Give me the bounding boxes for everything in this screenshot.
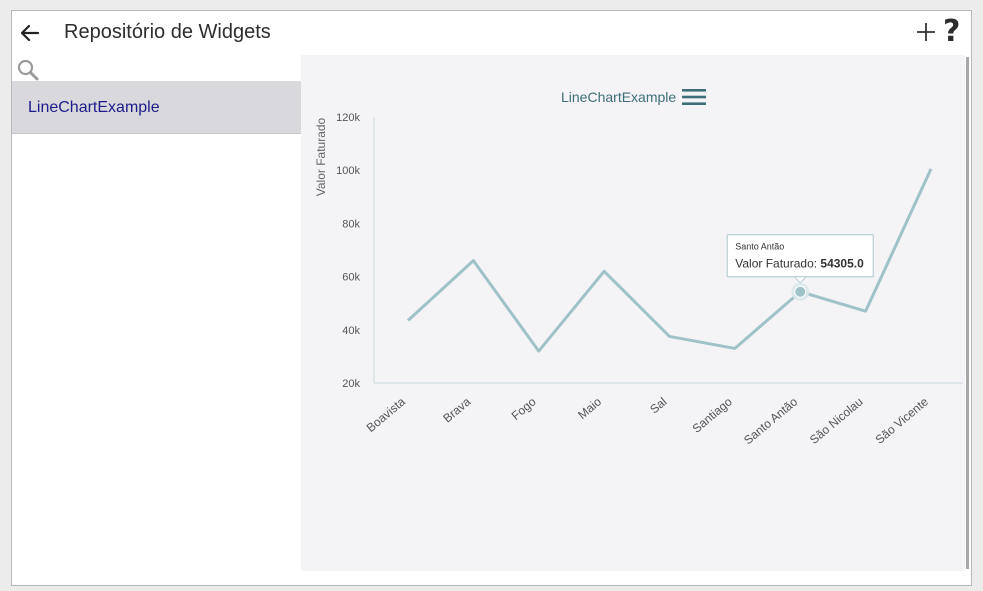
sidebar: LineChartExample [12, 81, 301, 585]
header: Repositório de Widgets ? [12, 11, 971, 55]
x-tick-label: São Vicente [873, 394, 932, 446]
help-button[interactable]: ? [943, 14, 969, 49]
tooltip-pointer [793, 276, 808, 284]
search-icon [17, 59, 39, 81]
page-title: Repositório de Widgets [64, 21, 271, 43]
y-tick-label: 80k [342, 218, 360, 230]
question-icon: ? [943, 14, 961, 49]
scrollbar[interactable] [966, 57, 969, 569]
x-tick-label: São Nicolau [807, 395, 866, 447]
x-tick-label: Maio [575, 394, 604, 422]
add-button[interactable] [914, 19, 938, 45]
sidebar-item-linechartexample[interactable]: LineChartExample [12, 81, 301, 134]
y-tick-label: 120k [336, 112, 360, 124]
app-window: Repositório de Widgets ? LineChartExampl… [11, 10, 972, 586]
x-tick-label: Fogo [509, 394, 539, 423]
line-chart: 20k 40k 60k 80k 100k 120k Valor Faturado Boavis… [314, 112, 963, 447]
data-point [794, 285, 807, 298]
y-axis-label: Valor Faturado [314, 117, 328, 196]
x-tick-label: Santiago [690, 394, 736, 435]
tooltip-value: Valor Faturado: 54305.0 [735, 257, 864, 271]
x-tick-label: Santo Antão [741, 394, 800, 447]
y-tick-label: 60k [342, 272, 360, 284]
search-button[interactable] [17, 59, 39, 81]
y-tick-label: 40k [342, 325, 360, 337]
y-tick-label: 20k [342, 378, 360, 390]
back-button[interactable] [16, 19, 44, 47]
x-tick-label: Brava [440, 394, 473, 425]
tooltip-category: Santo Antão [735, 242, 784, 252]
arrow-left-icon [20, 24, 40, 42]
x-tick-label: Sal [647, 395, 669, 417]
plus-icon [917, 23, 935, 41]
y-tick-label: 100k [336, 165, 360, 177]
x-tick-label: Boavista [364, 394, 409, 435]
chart-panel: LineChartExample 20k 40k 60k 80k 100k 120k Val… [301, 55, 965, 571]
sidebar-item-label: LineChartExample [28, 99, 160, 116]
